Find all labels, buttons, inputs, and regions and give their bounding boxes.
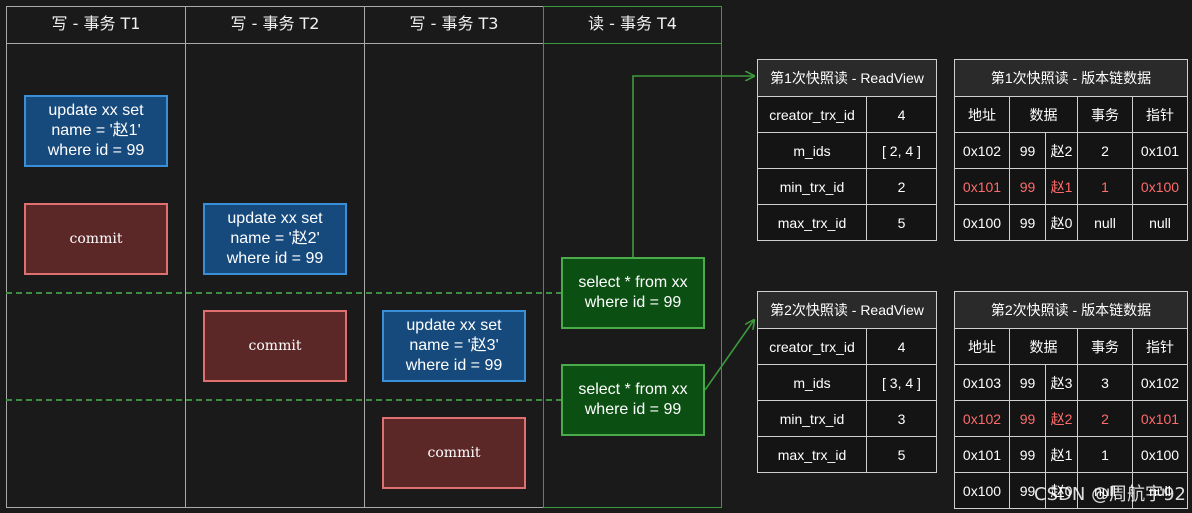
chain-cell-id: 99 <box>1009 204 1046 241</box>
chain-1-row-highlighted: 0x101 99 赵1 1 0x100 <box>954 168 1188 205</box>
chain-cell-trx: 1 <box>1077 436 1133 473</box>
chain-1-title: 第1次快照读 - 版本链数据 <box>954 59 1188 97</box>
readview-2-key: max_trx_id <box>757 436 867 473</box>
chain-2-title: 第2次快照读 - 版本链数据 <box>954 291 1188 329</box>
chain-cell-trx: 3 <box>1077 364 1133 401</box>
chain-1-header-ptr: 指针 <box>1132 96 1188 133</box>
chain-cell-id: 99 <box>1009 400 1046 437</box>
readview-2-key: creator_trx_id <box>757 328 867 365</box>
readview-2-value: 5 <box>866 436 937 473</box>
watermark: CSDN @周航宇92 <box>1034 484 1186 505</box>
chain-cell-addr: 0x101 <box>954 436 1010 473</box>
chain-cell-name: 赵2 <box>1045 400 1078 437</box>
chain-cell-ptr: 0x100 <box>1132 168 1188 205</box>
readview-1-value: 4 <box>866 96 937 133</box>
chain-cell-name: 赵2 <box>1045 132 1078 169</box>
readview-1-value: 2 <box>866 168 937 205</box>
chain-2-header-data: 数据 <box>1009 328 1078 365</box>
chain-cell-trx: null <box>1077 204 1133 241</box>
chain-2-header-addr: 地址 <box>954 328 1010 365</box>
readview-2-value: [ 3, 4 ] <box>866 364 937 401</box>
readview-1-value: 5 <box>866 204 937 241</box>
chain-cell-id: 99 <box>1009 436 1046 473</box>
chain-cell-trx: 2 <box>1077 132 1133 169</box>
chain-2-row: 0x103 99 赵3 3 0x102 <box>954 364 1188 401</box>
chain-cell-addr: 0x102 <box>954 400 1010 437</box>
chain-cell-addr: 0x100 <box>954 204 1010 241</box>
chain-cell-ptr: 0x101 <box>1132 132 1188 169</box>
chain-cell-trx: 1 <box>1077 168 1133 205</box>
chain-1-header-addr: 地址 <box>954 96 1010 133</box>
chain-1-header-trx: 事务 <box>1077 96 1133 133</box>
chain-cell-name: 赵0 <box>1045 204 1078 241</box>
chain-cell-id: 99 <box>1009 364 1046 401</box>
arrow-select2-to-readview2 <box>704 320 754 391</box>
readview-2-table: 第2次快照读 - ReadView creator_trx_id 4 m_ids[… <box>757 291 937 473</box>
arrow-select1-to-readview1 <box>632 76 754 257</box>
chain-1-header-data: 数据 <box>1009 96 1078 133</box>
readview-2-key: min_trx_id <box>757 400 867 437</box>
chain-cell-name: 赵1 <box>1045 436 1078 473</box>
chain-cell-ptr: 0x101 <box>1132 400 1188 437</box>
chain-1-row: 0x102 99 赵2 2 0x101 <box>954 132 1188 169</box>
chain-cell-addr: 0x100 <box>954 472 1010 509</box>
readview-1-title: 第1次快照读 - ReadView <box>757 59 937 97</box>
chain-cell-ptr: 0x100 <box>1132 436 1188 473</box>
readview-2-value: 3 <box>866 400 937 437</box>
chain-1-row: 0x100 99 赵0 null null <box>954 204 1188 241</box>
chain-1-table: 第1次快照读 - 版本链数据 地址 数据 事务 指针 0x102 99 赵2 2… <box>954 59 1188 241</box>
readview-1-key: creator_trx_id <box>757 96 867 133</box>
chain-2-table: 第2次快照读 - 版本链数据 地址 数据 事务 指针 0x103 99 赵3 3… <box>954 291 1188 509</box>
chain-2-row: 0x101 99 赵1 1 0x100 <box>954 436 1188 473</box>
readview-1-key: min_trx_id <box>757 168 867 205</box>
chain-2-header-trx: 事务 <box>1077 328 1133 365</box>
chain-cell-addr: 0x103 <box>954 364 1010 401</box>
chain-cell-ptr: 0x102 <box>1132 364 1188 401</box>
readview-2-key: m_ids <box>757 364 867 401</box>
readview-2-value: 4 <box>866 328 937 365</box>
readview-2-title: 第2次快照读 - ReadView <box>757 291 937 329</box>
readview-1-key: m_ids <box>757 132 867 169</box>
chain-cell-ptr: null <box>1132 204 1188 241</box>
readview-1-table: 第1次快照读 - ReadView creator_trx_id 4 m_ids[… <box>757 59 937 241</box>
chain-cell-name: 赵1 <box>1045 168 1078 205</box>
readview-1-value: [ 2, 4 ] <box>866 132 937 169</box>
chain-cell-addr: 0x102 <box>954 132 1010 169</box>
chain-cell-name: 赵3 <box>1045 364 1078 401</box>
chain-cell-addr: 0x101 <box>954 168 1010 205</box>
chain-cell-trx: 2 <box>1077 400 1133 437</box>
chain-cell-id: 99 <box>1009 168 1046 205</box>
chain-2-row-highlighted: 0x102 99 赵2 2 0x101 <box>954 400 1188 437</box>
chain-cell-id: 99 <box>1009 132 1046 169</box>
readview-1-key: max_trx_id <box>757 204 867 241</box>
chain-2-header-ptr: 指针 <box>1132 328 1188 365</box>
